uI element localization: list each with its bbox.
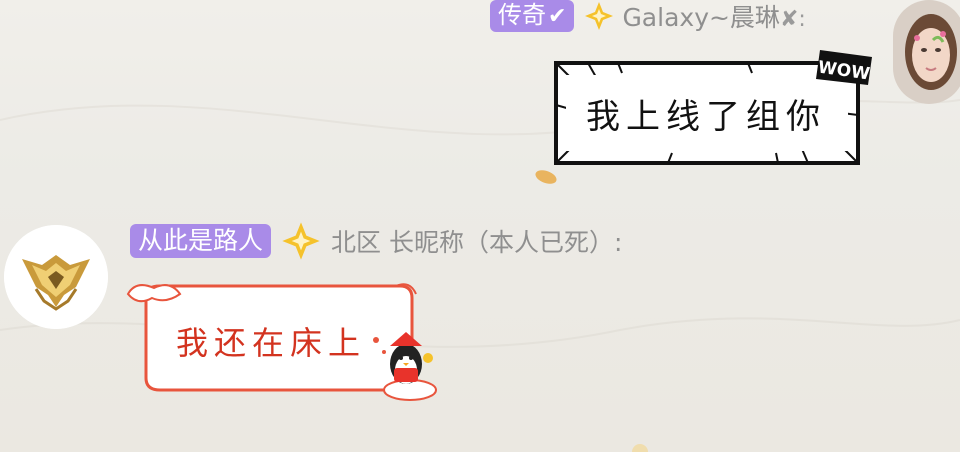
penguin-sticker-icon bbox=[383, 332, 437, 401]
title-badge[interactable]: 传奇✔ bbox=[490, 0, 575, 32]
avatar-portrait bbox=[893, 0, 960, 104]
avatar-user-right[interactable] bbox=[893, 0, 960, 104]
sender-name[interactable]: Galaxy~晨琳✘: bbox=[622, 0, 805, 34]
message-bubble-left[interactable]: 我还在床上 bbox=[126, 282, 444, 402]
checkmark-icon: ✔ bbox=[548, 4, 567, 29]
message-bubble-right[interactable]: 我上线了组你 WOW bbox=[548, 50, 873, 170]
title-badge[interactable]: 从此是路人 bbox=[130, 224, 272, 258]
rank-emblem-icon bbox=[4, 225, 108, 329]
message-text: 我还在床上 bbox=[176, 324, 367, 362]
sender-name-text: Galaxy~晨琳 bbox=[622, 3, 780, 32]
diamond-rank-icon bbox=[585, 2, 614, 30]
message-header-right: 传奇✔ Galaxy~晨琳✘: bbox=[490, 0, 806, 32]
message-text: 我上线了组你 bbox=[586, 97, 826, 137]
sender-name[interactable]: 北区 长昵称（本人已死）: bbox=[331, 223, 622, 259]
badge-label: 传奇 bbox=[498, 1, 546, 29]
message-header-left: 从此是路人 北区 长昵称（本人已死）: bbox=[130, 222, 622, 260]
cross-icon: ✘: bbox=[779, 7, 806, 32]
wow-sticker-icon: WOW bbox=[816, 50, 872, 85]
diamond-rank-icon bbox=[282, 222, 320, 260]
leaf-decoration-icon bbox=[535, 170, 557, 184]
avatar-user-left[interactable] bbox=[4, 225, 108, 329]
